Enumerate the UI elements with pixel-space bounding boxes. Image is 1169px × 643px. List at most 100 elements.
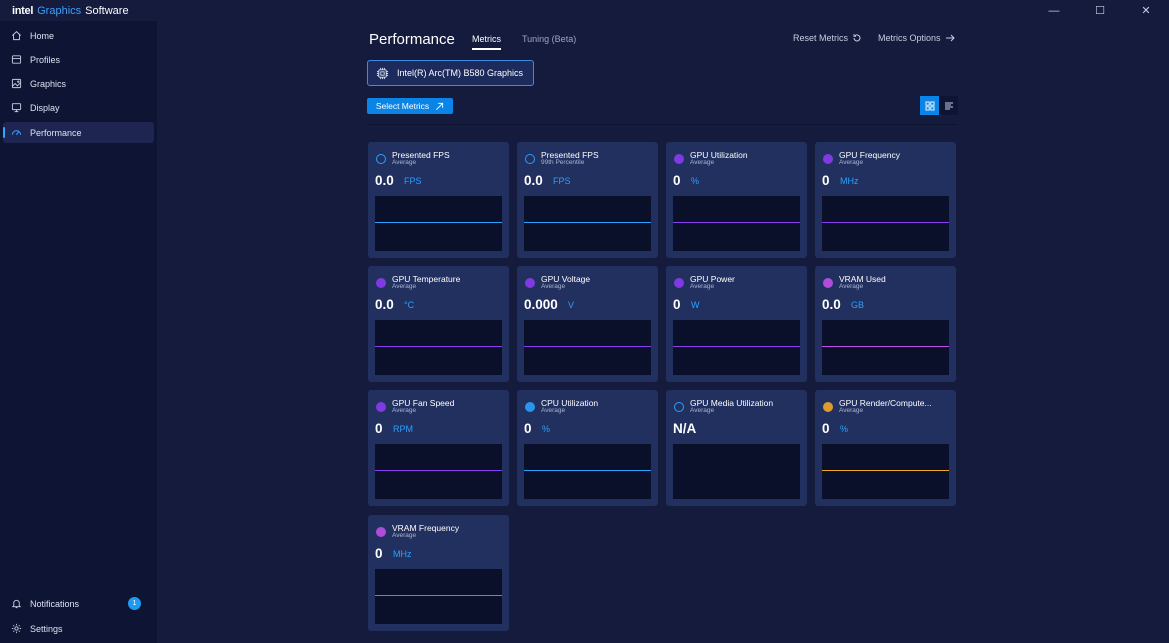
metric-card-presented-fps-1[interactable]: Presented FPS 99th Percentile 0.0 FPS [517, 142, 658, 258]
metric-graph [673, 320, 800, 375]
series-color-dot-icon [674, 154, 684, 164]
notification-count-badge: 1 [128, 597, 141, 610]
grid-icon [925, 101, 934, 110]
metric-aggregation: Average [839, 159, 864, 166]
metric-unit: % [542, 424, 551, 434]
performance-icon [11, 130, 22, 136]
metric-graph [375, 196, 502, 251]
chip-icon [376, 67, 389, 79]
series-color-dot-icon [525, 402, 535, 412]
metric-card-presented-fps-0[interactable]: Presented FPS Average 0.0 FPS [368, 142, 509, 258]
sidebar-item-home[interactable]: Home [3, 25, 154, 46]
metric-card-gpu-temperature-4[interactable]: GPU Temperature Average 0.0 °C [368, 266, 509, 382]
metric-unit: MHz [393, 549, 412, 559]
page-title: Performance [369, 31, 455, 48]
metric-aggregation: Average [690, 159, 715, 166]
maximize-button[interactable]: ☐ [1077, 0, 1123, 21]
series-color-dot-icon [525, 278, 535, 288]
metric-graph-line [375, 595, 502, 596]
metric-unit: RPM [393, 424, 413, 434]
metric-unit: FPS [404, 176, 422, 186]
metric-value: 0 [673, 173, 681, 188]
tab-metrics[interactable]: Metrics [472, 34, 501, 50]
metric-graph-line [375, 222, 502, 223]
metric-card-gpu-render-compute-11[interactable]: GPU Render/Compute... Average 0% [815, 390, 956, 506]
metric-aggregation: Average [392, 159, 417, 166]
grid-view-button[interactable] [920, 96, 939, 115]
metric-graph-line [524, 346, 651, 347]
metric-aggregation: Average [690, 407, 715, 414]
series-color-dot-icon [823, 154, 833, 164]
metric-value: 0.0 [822, 297, 841, 312]
brand-intel: intel [12, 5, 34, 17]
sidebar-item-label: Profiles [30, 54, 61, 65]
reset-metrics-button[interactable]: Reset Metrics [793, 33, 862, 43]
metric-aggregation: Average [839, 283, 864, 290]
metric-card-vram-used-7[interactable]: VRAM Used Average 0.0 GB [815, 266, 956, 382]
header-divider [367, 124, 958, 125]
home-icon [12, 31, 21, 41]
minimize-button[interactable]: — [1031, 0, 1077, 21]
display-icon [11, 103, 22, 113]
metrics-options-button[interactable]: Metrics Options [878, 33, 955, 43]
metric-card-gpu-utilization-2[interactable]: GPU Utilization Average 0% [666, 142, 807, 258]
window-controls: — ☐ ✕ [1031, 0, 1169, 21]
metric-graph [822, 320, 949, 375]
metric-card-gpu-power-6[interactable]: GPU Power Average 0 W [666, 266, 807, 382]
metric-value: 0 [524, 421, 532, 436]
metric-unit: % [840, 424, 849, 434]
select-metrics-button[interactable]: Select Metrics [367, 98, 453, 114]
metric-graph [375, 320, 502, 375]
metric-aggregation: Average [690, 283, 715, 290]
select-metrics-label: Select Metrics [375, 101, 430, 111]
metric-graph [375, 569, 502, 624]
gpu-selector[interactable]: Intel(R) Arc(TM) B580 Graphics [367, 60, 534, 86]
metric-card-gpu-voltage-5[interactable]: GPU Voltage Average 0.000 V [517, 266, 658, 382]
metric-card-cpu-utilization-9[interactable]: CPU Utilization Average 0% [517, 390, 658, 506]
reset-metrics-label: Reset Metrics [793, 33, 849, 43]
metric-graph-line [673, 222, 800, 223]
metric-value: 0.0 [375, 173, 394, 188]
series-color-dot-icon [376, 527, 386, 537]
notifications-button[interactable]: Notifications 1 [3, 593, 154, 614]
metric-card-gpu-fan-speed-8[interactable]: GPU Fan Speed Average 0 RPM [368, 390, 509, 506]
brand-graphics: Graphics [37, 5, 82, 17]
metric-card-vram-frequency-12[interactable]: VRAM Frequency Average 0 MHz [368, 515, 509, 631]
arrow-up-right-icon [436, 102, 444, 110]
metric-graph [673, 196, 800, 251]
series-color-dot-icon [376, 402, 386, 412]
metric-unit: °C [404, 300, 415, 310]
profiles-icon [11, 55, 22, 64]
series-color-dot-icon [823, 402, 833, 412]
brand-software: Software [85, 5, 129, 17]
sidebar-item-label: Performance [30, 127, 82, 138]
metric-card-gpu-media-utilization-10[interactable]: GPU Media Utilization Average N/A [666, 390, 807, 506]
view-toggle [920, 96, 958, 115]
tab-tuning[interactable]: Tuning (Beta) [522, 34, 576, 44]
metric-graph [524, 196, 651, 251]
sidebar-item-label: Graphics [30, 78, 67, 89]
sidebar-item-graphics[interactable]: Graphics [3, 73, 154, 94]
sidebar-item-profiles[interactable]: Profiles [3, 49, 154, 70]
metric-graph [673, 444, 800, 499]
metric-unit: W [691, 300, 700, 310]
metric-unit: V [568, 300, 575, 310]
metric-aggregation: 99th Percentile [541, 159, 585, 166]
metric-graph-line [524, 470, 651, 471]
settings-label: Settings [30, 623, 63, 634]
metric-card-gpu-frequency-3[interactable]: GPU Frequency Average 0 MHz [815, 142, 956, 258]
settings-button[interactable]: Settings [3, 618, 154, 639]
sidebar-item-display[interactable]: Display [3, 97, 154, 118]
metric-graph [822, 444, 949, 499]
series-color-dot-icon [823, 278, 833, 288]
metric-aggregation: Average [392, 532, 417, 539]
list-view-button[interactable] [939, 96, 958, 115]
metric-aggregation: Average [392, 407, 417, 414]
series-color-dot-icon [376, 278, 386, 288]
metric-unit: % [691, 176, 700, 186]
sidebar-item-performance[interactable]: Performance [3, 122, 154, 143]
close-button[interactable]: ✕ [1123, 0, 1169, 21]
metric-graph [822, 196, 949, 251]
series-color-dot-icon [525, 154, 535, 164]
metric-graph-line [524, 222, 651, 223]
